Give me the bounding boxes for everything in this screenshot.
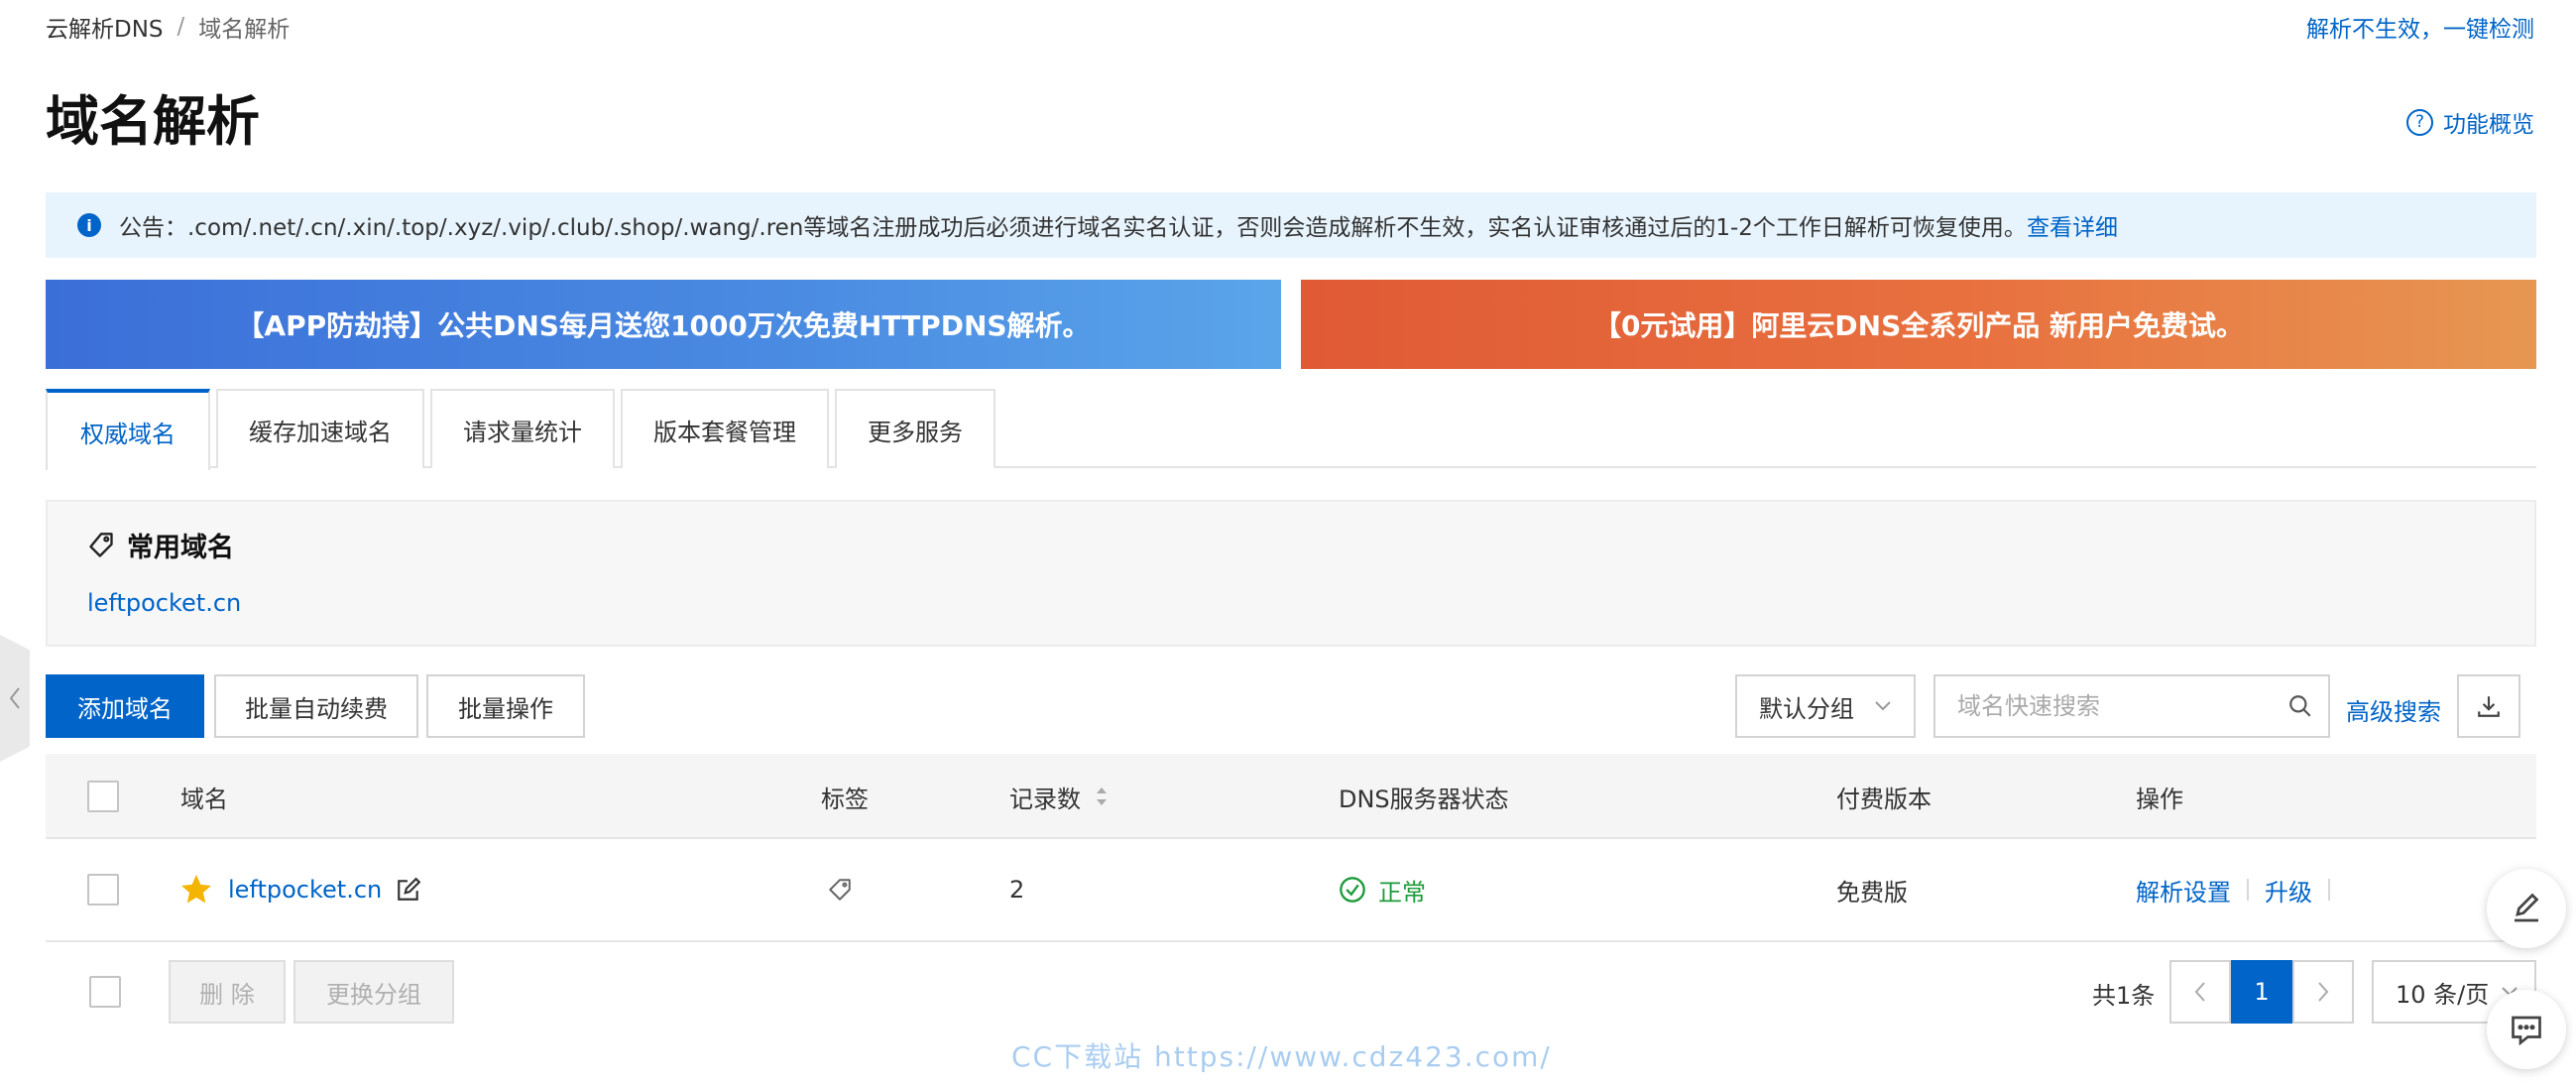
chat-icon	[2512, 1016, 2541, 1046]
next-page-button[interactable]	[2292, 960, 2354, 1024]
sort-icon	[1097, 787, 1107, 805]
dns-status-text: 正常	[1378, 878, 1426, 907]
check-circle-icon	[1340, 877, 1365, 903]
tab-request-statistics[interactable]: 请求量统计	[430, 389, 615, 468]
page-title: 域名解析	[46, 90, 260, 153]
tab-authoritative-domains[interactable]: 权威域名	[46, 389, 210, 470]
change-group-button[interactable]: 更换分组	[293, 960, 454, 1024]
overview-label: 功能概览	[2443, 112, 2534, 138]
question-icon: ?	[2406, 108, 2433, 136]
column-header-domain: 域名	[180, 785, 228, 813]
advanced-search-link[interactable]: 高级搜索	[2346, 692, 2441, 727]
breadcrumb-separator: /	[176, 14, 185, 40]
watermark-text: CC下载站 https://www.cdz423.com/	[1011, 1040, 1552, 1073]
breadcrumb-root[interactable]: 云解析DNS	[46, 10, 164, 44]
chevron-left-icon	[9, 687, 20, 709]
export-button[interactable]	[2457, 674, 2520, 738]
main-tabs: 权威域名 缓存加速域名 请求量统计 版本套餐管理 更多服务	[46, 389, 2536, 470]
column-header-dns-status: DNS服务器状态	[1339, 785, 1509, 813]
common-domains-title: 常用域名	[87, 526, 234, 564]
prev-page-button[interactable]	[2169, 960, 2231, 1024]
tab-cache-acceleration[interactable]: 缓存加速域名	[216, 389, 424, 468]
record-count: 2	[1009, 876, 1025, 904]
delete-button[interactable]: 删 除	[169, 960, 286, 1024]
upgrade-link[interactable]: 升级	[2265, 873, 2312, 908]
action-divider	[2328, 879, 2330, 901]
common-domains-title-text: 常用域名	[127, 533, 234, 563]
notice-detail-link[interactable]: 查看详细	[2027, 208, 2118, 242]
chevron-left-icon	[2194, 982, 2205, 1002]
common-domain-link[interactable]: leftpocket.cn	[87, 589, 241, 617]
total-count: 共1条	[2092, 982, 2156, 1010]
edit-icon[interactable]	[396, 877, 421, 903]
pagination: 1	[2169, 960, 2354, 1024]
tag-icon[interactable]	[827, 877, 853, 903]
batch-auto-renew-button[interactable]: 批量自动续费	[214, 674, 418, 738]
tab-more-services[interactable]: 更多服务	[835, 389, 995, 468]
chevron-down-icon	[1875, 701, 1891, 711]
page-number-button[interactable]: 1	[2231, 960, 2292, 1024]
download-icon	[2478, 696, 2500, 717]
pencil-icon	[2515, 893, 2539, 922]
chevron-right-icon	[2318, 982, 2329, 1002]
httpdns-promo-text: 【APP防劫持】公共DNS每月送您1000万次免费HTTPDNS解析。	[236, 309, 1091, 342]
tab-edition-management[interactable]: 版本套餐管理	[621, 389, 829, 468]
edition-value: 免费版	[1836, 878, 1908, 907]
group-select-value: 默认分组	[1759, 694, 1854, 723]
notice-text: 公告：.com/.net/.cn/.xin/.top/.xyz/.vip/.cl…	[119, 215, 2027, 241]
breadcrumb-current: 域名解析	[198, 17, 291, 43]
domain-name-link[interactable]: leftpocket.cn	[228, 876, 382, 904]
notice-bar: i 公告：.com/.net/.cn/.xin/.top/.xyz/.vip/.…	[46, 192, 2536, 258]
free-trial-promo-text: 【0元试用】阿里云DNS全系列产品 新用户免费试。	[1592, 309, 2245, 342]
overview-link[interactable]: ? 功能概览	[2406, 105, 2534, 139]
resolve-settings-link[interactable]: 解析设置	[2136, 873, 2231, 908]
select-all-checkbox[interactable]	[87, 781, 119, 812]
domain-search-box	[1933, 674, 2330, 738]
group-select[interactable]: 默认分组	[1735, 674, 1916, 738]
info-icon: i	[77, 213, 101, 237]
column-header-tag: 标签	[821, 785, 869, 813]
free-trial-promo-banner[interactable]: 【0元试用】阿里云DNS全系列产品 新用户免费试。	[1301, 280, 2536, 369]
common-domains-panel: 常用域名 leftpocket.cn	[46, 500, 2536, 647]
httpdns-promo-banner[interactable]: 【APP防劫持】公共DNS每月送您1000万次免费HTTPDNS解析。	[46, 280, 1281, 369]
table-row: leftpocket.cn 2 正常 免费版 解析设置 升级	[46, 839, 2536, 942]
footer-select-all-checkbox[interactable]	[89, 976, 121, 1008]
check-resolution-link[interactable]: 解析不生效，一键检测	[2306, 10, 2534, 44]
column-header-records-label: 记录数	[1009, 785, 1081, 813]
chat-support-button[interactable]	[2487, 990, 2566, 1069]
action-divider	[2247, 879, 2249, 901]
sidebar-expand-handle[interactable]	[0, 635, 30, 762]
domain-search-input[interactable]	[1935, 692, 2273, 720]
column-header-records[interactable]: 记录数	[1009, 754, 1109, 839]
column-header-actions: 操作	[2136, 785, 2183, 813]
search-icon[interactable]	[2273, 676, 2328, 736]
column-header-edition: 付费版本	[1836, 785, 1932, 813]
batch-operations-button[interactable]: 批量操作	[426, 674, 585, 738]
tag-icon	[89, 532, 113, 557]
domain-table-header: 域名 标签 记录数 DNS服务器状态 付费版本 操作	[46, 754, 2536, 839]
breadcrumb: 云解析DNS / 域名解析	[46, 10, 290, 44]
row-checkbox[interactable]	[87, 874, 119, 906]
add-domain-button[interactable]: 添加域名	[46, 674, 204, 738]
feedback-edit-button[interactable]	[2487, 869, 2566, 948]
star-icon[interactable]	[178, 872, 214, 908]
page-size-value: 10 条/页	[2396, 980, 2490, 1009]
